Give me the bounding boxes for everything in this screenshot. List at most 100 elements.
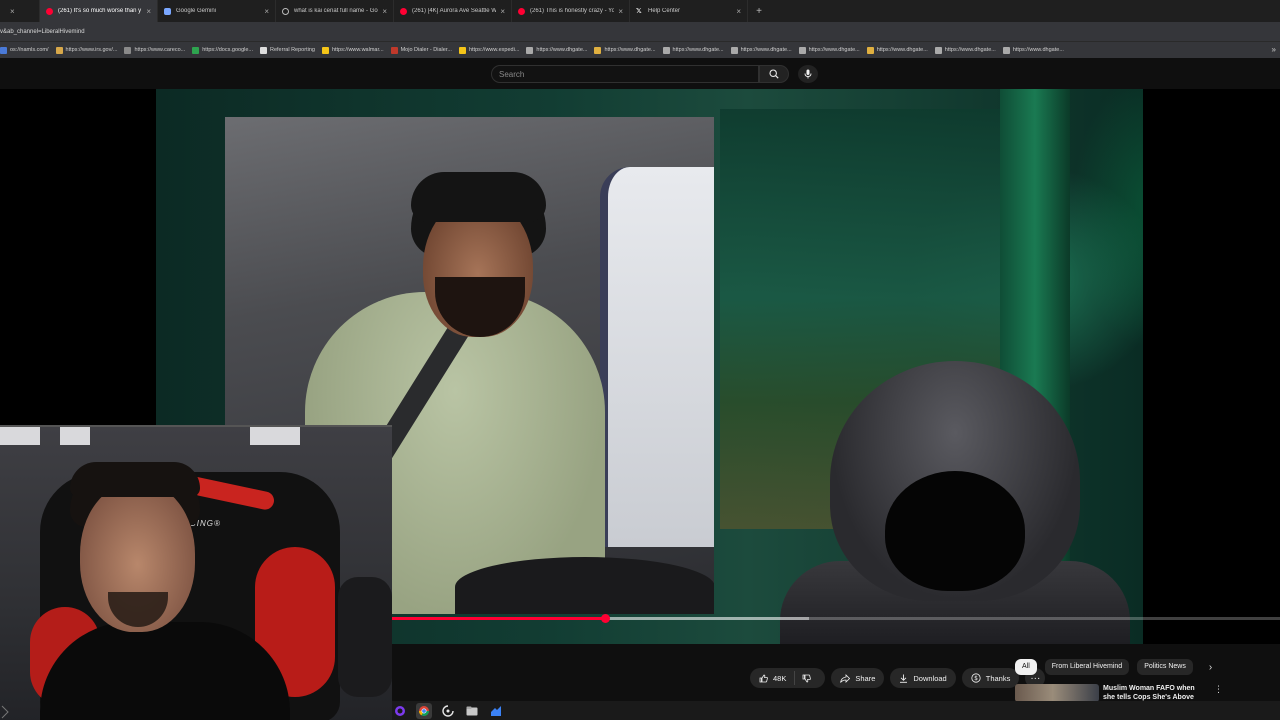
download-label: Download xyxy=(913,673,947,683)
filter-chip[interactable]: From Liberal Hivemind xyxy=(1044,659,1130,675)
folder-icon[interactable] xyxy=(464,703,480,719)
close-tab-icon[interactable]: × xyxy=(146,7,151,16)
hooded-figure xyxy=(780,361,1130,644)
share-icon xyxy=(840,673,851,683)
browser-tab-1[interactable]: (261) It's so much worse than y × xyxy=(40,0,158,22)
bookmark-favicon-icon xyxy=(934,46,942,54)
bookmark-label: https://www.dhgate... xyxy=(876,47,928,53)
bookmark-label: https://docs.google... xyxy=(202,47,253,53)
thanks-button[interactable]: $ Thanks xyxy=(961,668,1020,688)
bookmarks-bar: os://namls.com/https://www.irs.gov/... ht… xyxy=(0,41,1280,58)
browser-tab-0[interactable]: × xyxy=(0,0,40,22)
search-icon xyxy=(769,69,779,79)
like-count: 48K xyxy=(773,673,787,683)
bookmark-item[interactable]: https://www.dhgate... xyxy=(730,46,799,54)
browser-tab-4[interactable]: (261) [4K] Aurora Ave Seattle W × xyxy=(394,0,512,22)
bookmark-item[interactable]: os://namls.com/ xyxy=(0,46,56,54)
close-tab-icon[interactable]: × xyxy=(736,7,741,16)
bookmark-label: https://www.dhgate... xyxy=(604,47,656,53)
bookmark-label: https://www.dhgate... xyxy=(944,47,996,53)
bookmark-item[interactable]: https://www.dhgate... xyxy=(866,46,935,54)
video-progress-bar[interactable] xyxy=(392,614,1280,623)
filter-chip[interactable]: Politics News xyxy=(1137,659,1193,675)
bookmark-item[interactable]: https://www.dhgate... xyxy=(798,46,867,54)
address-bar[interactable]: v&ab_channel=LiberalHivemind xyxy=(0,22,1280,41)
bookmark-label: https://www.walmar... xyxy=(331,47,384,53)
bookmark-item[interactable]: https://www.dhgate... xyxy=(662,46,731,54)
browser-tab-5[interactable]: (261) This is honestly crazy - Yo × xyxy=(512,0,630,22)
bookmark-item[interactable]: Referral Reporting xyxy=(260,46,322,54)
bookmark-label: https://www.dhgate... xyxy=(1012,47,1064,53)
close-tab-icon[interactable]: × xyxy=(10,7,15,16)
youtube-icon xyxy=(518,7,525,15)
share-button[interactable]: Share xyxy=(831,668,885,688)
like-dislike-group: 48K xyxy=(750,668,826,688)
browser-tab-2[interactable]: Google Gemini × xyxy=(158,0,276,22)
bookmark-favicon-icon xyxy=(0,46,7,54)
app-icon-purple[interactable] xyxy=(392,703,408,719)
bookmark-item[interactable]: https://www.careco... xyxy=(124,46,192,54)
bookmark-item[interactable]: Mojo Dialer - Dialer... xyxy=(390,46,459,54)
bookmarks-overflow-button[interactable]: » xyxy=(1272,45,1276,54)
chips-next-icon[interactable]: › xyxy=(1209,662,1212,673)
microphone-icon xyxy=(804,69,812,79)
app-icon-swirl[interactable] xyxy=(440,703,456,719)
dislike-button[interactable] xyxy=(795,674,825,683)
bookmark-favicon-icon xyxy=(390,46,398,54)
tab-title: what is kai cenat full name - Go xyxy=(294,8,378,14)
close-tab-icon[interactable]: × xyxy=(264,7,269,16)
share-label: Share xyxy=(855,673,876,683)
browser-tab-3[interactable]: what is kai cenat full name - Go × xyxy=(276,0,394,22)
tab-title: (261) This is honestly crazy - Yo xyxy=(530,8,615,14)
bookmark-label: Mojo Dialer - Dialer... xyxy=(400,47,452,53)
bookmark-item[interactable]: https://www.dhgate... xyxy=(1002,46,1071,54)
chrome-icon[interactable] xyxy=(416,702,432,719)
bookmark-label: https://www.dhgate... xyxy=(536,47,588,53)
close-tab-icon[interactable]: × xyxy=(618,7,623,16)
bookmark-favicon-icon xyxy=(662,46,670,54)
bookmark-label: https://www.careco... xyxy=(134,47,186,53)
bookmark-item[interactable]: https://www.expedi... xyxy=(458,46,526,54)
close-tab-icon[interactable]: × xyxy=(500,7,505,16)
url-text: v&ab_channel=LiberalHivemind xyxy=(0,28,85,35)
search-button[interactable] xyxy=(759,65,789,83)
bookmark-favicon-icon xyxy=(798,46,806,54)
voice-search-button[interactable] xyxy=(798,65,818,83)
bookmark-item[interactable]: https://www.dhgate... xyxy=(526,46,594,54)
video-actions: 48K Share Download $ Thanks ··· xyxy=(750,668,1046,688)
close-tab-icon[interactable]: × xyxy=(382,7,387,16)
bookmark-favicon-icon xyxy=(192,46,200,54)
bookmark-favicon-icon xyxy=(55,46,63,54)
corner-chevron-icon xyxy=(1,705,9,719)
bookmark-item[interactable]: https://www.walmar... xyxy=(321,46,391,54)
bookmark-label: https://www.dhgate... xyxy=(740,47,792,53)
recommended-video-title[interactable]: Muslim Woman FAFO when she tells Cops Sh… xyxy=(1103,684,1208,702)
filter-chip[interactable]: All xyxy=(1015,659,1037,675)
super-thanks-icon: $ xyxy=(971,673,981,683)
bookmark-label: https://www.irs.gov/... xyxy=(65,47,118,53)
bookmark-label: https://www.dhgate... xyxy=(672,47,724,53)
bookmark-item[interactable]: https://docs.google... xyxy=(192,46,260,54)
os-taskbar xyxy=(392,701,1280,720)
youtube-icon xyxy=(400,7,407,15)
tab-title: (261) It's so much worse than y xyxy=(58,8,142,14)
svg-text:$: $ xyxy=(974,675,978,682)
thumbs-up-icon xyxy=(759,674,768,682)
bookmark-label: https://www.dhgate... xyxy=(808,47,860,53)
microphone-arm xyxy=(338,577,392,697)
bookmark-item[interactable]: https://www.dhgate... xyxy=(594,46,662,54)
video-thumbnail[interactable] xyxy=(1015,684,1099,702)
app-icon-blue[interactable] xyxy=(488,703,504,719)
download-button[interactable]: Download xyxy=(890,668,956,688)
new-tab-button[interactable]: + xyxy=(748,0,770,22)
like-button[interactable]: 48K xyxy=(750,671,796,685)
tab-title: Google Gemini xyxy=(176,8,217,14)
gemini-icon xyxy=(164,7,171,15)
thumbs-down-icon xyxy=(802,674,812,682)
bookmark-item[interactable]: https://www.irs.gov/... xyxy=(55,46,125,54)
bookmark-item[interactable]: https://www.dhgate... xyxy=(934,46,1003,54)
bookmark-label: https://www.expedi... xyxy=(468,47,520,53)
browser-tab-6[interactable]: 𝕏 Help Center × xyxy=(630,0,748,22)
bookmark-label: os://namls.com/ xyxy=(10,47,49,53)
search-input[interactable]: Search xyxy=(491,65,759,83)
